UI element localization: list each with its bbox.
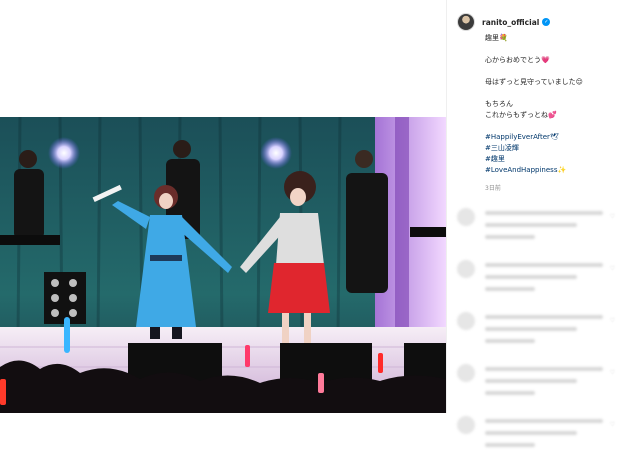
comment-text-blurred (485, 211, 603, 215)
post-photo[interactable] (0, 117, 446, 413)
caption-line: もちろん (485, 99, 615, 110)
comment-text-blurred (485, 275, 577, 279)
caption-line: 心からおめでとう💗 (485, 55, 615, 66)
caption-text: 母はずっと見守っていました (485, 78, 576, 86)
comment-text-blurred (485, 391, 535, 395)
comment-avatar[interactable] (457, 364, 475, 382)
caption-text: これからもずっとね (485, 111, 548, 119)
comment-text-blurred (485, 315, 603, 319)
comment-text-blurred (485, 327, 577, 331)
emoji-icon: ✨ (557, 166, 567, 174)
heart-icon[interactable]: ♡ (610, 369, 615, 376)
comment-avatar[interactable] (457, 208, 475, 226)
comment-avatar[interactable] (457, 312, 475, 330)
caption-line: 趣里💐 (485, 33, 615, 44)
hashtag-link[interactable]: #LoveAndHappiness✨ (485, 165, 615, 176)
stage-scene (0, 117, 446, 413)
comment-text-blurred (485, 367, 603, 371)
comment-text-blurred (485, 379, 577, 383)
verified-badge-icon: ✓ (542, 18, 551, 26)
hashtag-text: #HappilyEverAfter (485, 133, 550, 141)
heart-icon[interactable]: ♡ (610, 213, 615, 220)
caption-line: これからもずっとね💕 (485, 110, 615, 121)
caption-line: 母はずっと見守っていました😌 (485, 77, 615, 88)
username-link[interactable]: ranito_official (482, 18, 539, 27)
comment-text-blurred (485, 235, 535, 239)
hashtag-text: #LoveAndHappiness (485, 166, 558, 174)
post-header: ranito_official ✓ (457, 11, 551, 33)
comment-item[interactable]: ♡ (447, 200, 620, 252)
emoji-icon: 😌 (575, 78, 583, 86)
hashtag-link[interactable]: #HappilyEverAfter🕊 (485, 132, 615, 143)
comment-text-blurred (485, 223, 577, 227)
avatar[interactable] (457, 13, 475, 31)
comment-text-blurred (485, 443, 535, 447)
comment-text-blurred (485, 287, 535, 291)
heart-icon[interactable]: ♡ (610, 421, 615, 428)
comment-avatar[interactable] (457, 416, 475, 434)
post-timestamp[interactable]: 3日前 (485, 183, 501, 192)
caption-text: もちろん (485, 100, 513, 108)
comment-text-blurred (485, 431, 577, 435)
emoji-icon: 💕 (548, 111, 557, 119)
hashtag-link[interactable]: #趣里 (485, 154, 615, 165)
hashtag-text: #三山凌輝 (485, 144, 519, 152)
emoji-icon: 🕊 (549, 133, 559, 141)
emoji-icon: 💗 (541, 56, 550, 64)
comment-text-blurred (485, 339, 535, 343)
comment-item[interactable]: ♡ (447, 252, 620, 304)
comment-text-blurred (485, 263, 603, 267)
comment-text-blurred (485, 419, 603, 423)
post-side-panel: ranito_official ✓ 趣里💐 心からおめでとう💗 母はずっと見守ってい… (446, 0, 620, 447)
emoji-icon: 💐 (499, 34, 508, 42)
heart-icon[interactable]: ♡ (610, 317, 615, 324)
comment-avatar[interactable] (457, 260, 475, 278)
comments-list: ♡ ♡ ♡ ♡ ♡ (447, 200, 620, 460)
caption-text: 趣里 (485, 34, 499, 42)
comment-item[interactable]: ♡ (447, 408, 620, 460)
hashtag-link[interactable]: #三山凌輝 (485, 143, 615, 154)
comment-item[interactable]: ♡ (447, 356, 620, 408)
caption-text: 心からおめでとう (485, 56, 541, 64)
comment-item[interactable]: ♡ (447, 304, 620, 356)
post-caption: 趣里💐 心からおめでとう💗 母はずっと見守っていました😌 もちろんこれからもずっとね💕… (485, 33, 615, 176)
heart-icon[interactable]: ♡ (610, 265, 615, 272)
hashtag-text: #趣里 (485, 155, 505, 163)
